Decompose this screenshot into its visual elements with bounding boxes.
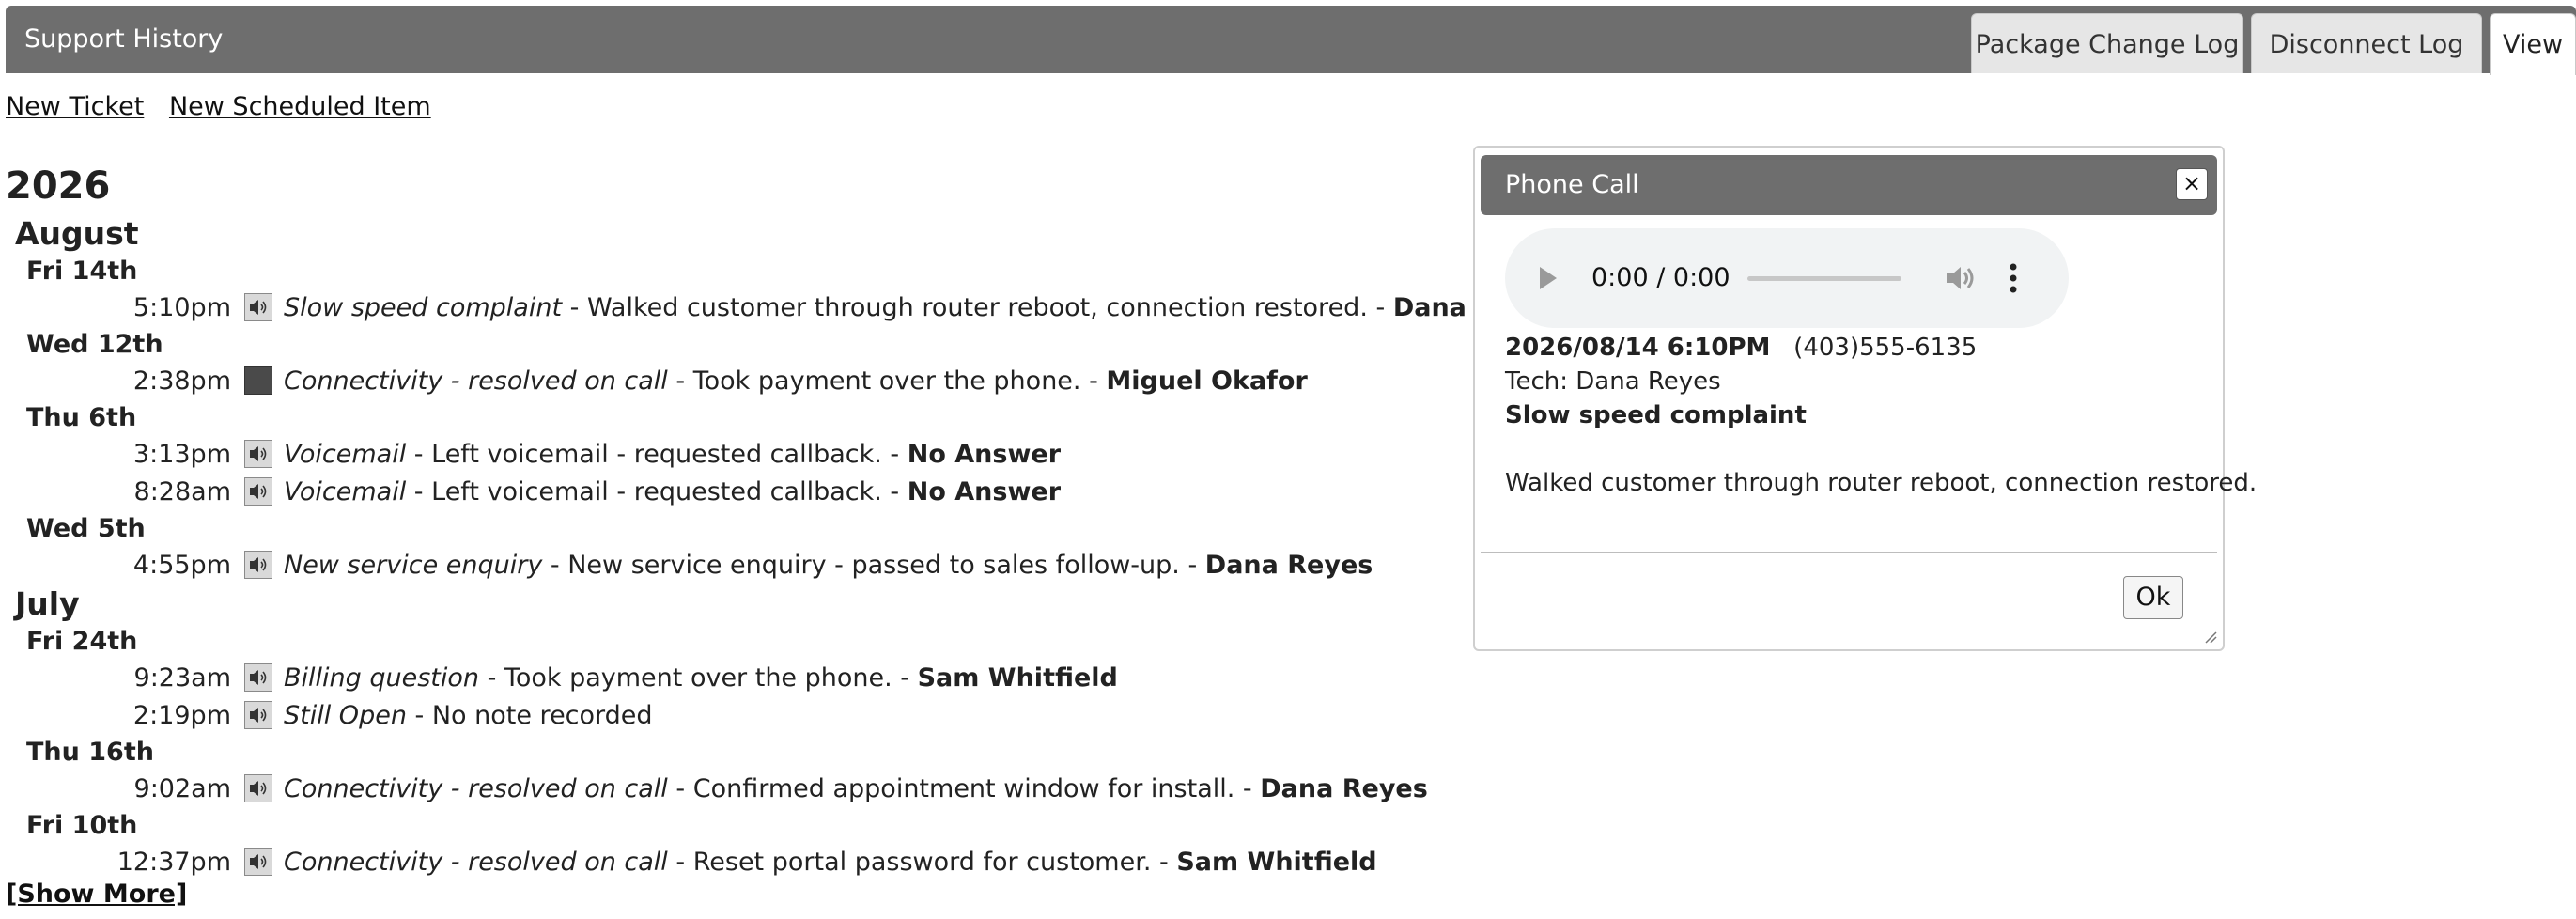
day-heading: Fri 24th [26,627,138,656]
entry-category[interactable]: Connectivity - resolved on call [284,366,668,396]
audio-progress-bar[interactable] [1747,276,1901,281]
resize-handle-icon[interactable] [2204,631,2217,644]
action-links: New Ticket New Scheduled Item [6,92,448,121]
ok-button[interactable]: Ok [2123,576,2183,619]
call-datetime: 2026/08/14 6:10PM [1505,334,1771,362]
entry-note: - No note recorded [406,701,653,730]
speaker-icon[interactable] [244,848,272,876]
entry-time: 12:37pm [116,848,231,877]
history-entry: 2:38pm Connectivity - resolved on call - … [6,363,1452,400]
entry-time: 3:13pm [132,440,231,469]
day-heading: Wed 12th [26,330,163,359]
volume-icon[interactable] [1945,264,1977,292]
call-tech: Tech: Dana Reyes [1505,367,1721,396]
play-icon[interactable] [1537,264,1560,292]
entry-time: 4:55pm [132,551,231,580]
entry-time: 5:10pm [132,293,231,322]
entry-category[interactable]: Connectivity - resolved on call [284,848,668,877]
history-entry: 5:10pm Slow speed complaint - Walked cust… [6,289,1560,327]
entry-tech: No Answer [907,477,1062,506]
day-heading: Fri 10th [26,811,138,840]
new-scheduled-item-link[interactable]: New Scheduled Item [169,92,431,121]
entry-time: 9:23am [133,663,231,693]
call-phone: (403)555-6135 [1793,334,1978,362]
history-entry: 8:28am Voicemail - Left voicemail - reque… [6,474,1452,511]
speaker-icon[interactable] [244,701,272,729]
call-category: Slow speed complaint [1505,401,1807,429]
history-entry: 3:13pm Voicemail - Left voicemail - reque… [6,436,1452,474]
history-entry: 9:02am Connectivity - resolved on call - … [6,771,1452,808]
entry-tech: Miguel Okafor [1106,366,1308,396]
audio-time: 0:00 / 0:00 [1591,263,1730,292]
speaker-icon[interactable] [244,663,272,692]
speaker-icon[interactable] [244,551,272,579]
history-entry: 4:55pm New service enquiry - New service … [6,547,1452,584]
entry-tech: Sam Whitfield [917,663,1118,693]
entry-category[interactable]: Still Open [284,701,407,730]
entry-tech: No Answer [907,440,1062,469]
history-entry: 12:37pm Connectivity - resolved on call -… [6,844,1452,881]
speaker-icon[interactable] [244,293,272,321]
entry-time: 2:38pm [132,366,231,396]
dialog-title: Phone Call [1505,170,1639,199]
speaker-icon[interactable] [244,440,272,468]
month-heading: August [15,215,139,252]
entry-category[interactable]: Connectivity - resolved on call [284,774,668,803]
dialog-titlebar: Phone Call × [1481,155,2217,215]
entry-note: - Confirmed appointment window for insta… [667,774,1261,803]
entry-tech: Sam Whitfield [1176,848,1377,877]
audio-player: 0:00 / 0:00 [1505,228,2069,328]
month-heading: July [15,585,80,622]
speaker-icon-selected[interactable] [244,366,272,395]
entry-note: - New service enquiry - passed to sales … [542,551,1205,580]
day-heading: Thu 6th [26,403,137,432]
history-entry: 9:23am Billing question - Took payment ov… [6,660,1452,697]
entry-category[interactable]: Billing question [284,663,479,693]
speaker-icon[interactable] [244,477,272,506]
entry-time: 2:19pm [132,701,231,730]
call-note: Walked customer through router reboot, c… [1505,469,2258,497]
entry-category[interactable]: New service enquiry [284,551,542,580]
tab-view[interactable]: View [2490,13,2576,75]
entry-category[interactable]: Voicemail [284,440,406,469]
phone-call-dialog: Phone Call × 0:00 / 0:00 2026/08/14 6:10… [1473,146,2257,651]
entry-time: 9:02am [133,774,231,803]
entry-tech: Dana Reyes [1260,774,1428,803]
new-ticket-link[interactable]: New Ticket [6,92,144,121]
more-options-icon[interactable] [2009,262,2018,294]
show-more-link[interactable]: [Show More] [6,880,187,909]
entry-time: 8:28am [133,477,231,506]
day-heading: Wed 5th [26,514,146,543]
entry-note: - Left voicemail - requested callback. - [406,440,908,469]
entry-note: - Took payment over the phone. - [667,366,1107,396]
tab-package-change-log[interactable]: Package Change Log [1971,13,2243,73]
entry-note: - Reset portal password for customer. - [667,848,1177,877]
entry-note: - Left voicemail - requested callback. - [406,477,908,506]
history-entry: 2:19pm Still Open - No note recorded [6,697,1452,735]
entry-tech: Dana Reyes [1204,551,1373,580]
entry-note: - Walked customer through router reboot,… [562,293,1393,322]
speaker-icon[interactable] [244,774,272,802]
call-info-line: 2026/08/14 6:10PM (403)555-6135 [1505,334,1977,362]
tab-disconnect-log[interactable]: Disconnect Log [2251,13,2482,73]
dialog-divider [1481,552,2217,553]
entry-category[interactable]: Slow speed complaint [284,293,562,322]
close-icon[interactable]: × [2176,168,2208,200]
page-title: Support History [24,24,224,54]
support-history-list: 2026 August Fri 14th 5:10pm Slow speed comp… [6,158,1560,881]
day-heading: Fri 14th [26,257,138,286]
day-heading: Thu 16th [26,738,154,767]
entry-category[interactable]: Voicemail [284,477,406,506]
support-history-header: Support History Package Change Log Disco… [6,6,2576,75]
year-heading: 2026 [6,164,111,208]
entry-note: - Took payment over the phone. - [479,663,918,693]
